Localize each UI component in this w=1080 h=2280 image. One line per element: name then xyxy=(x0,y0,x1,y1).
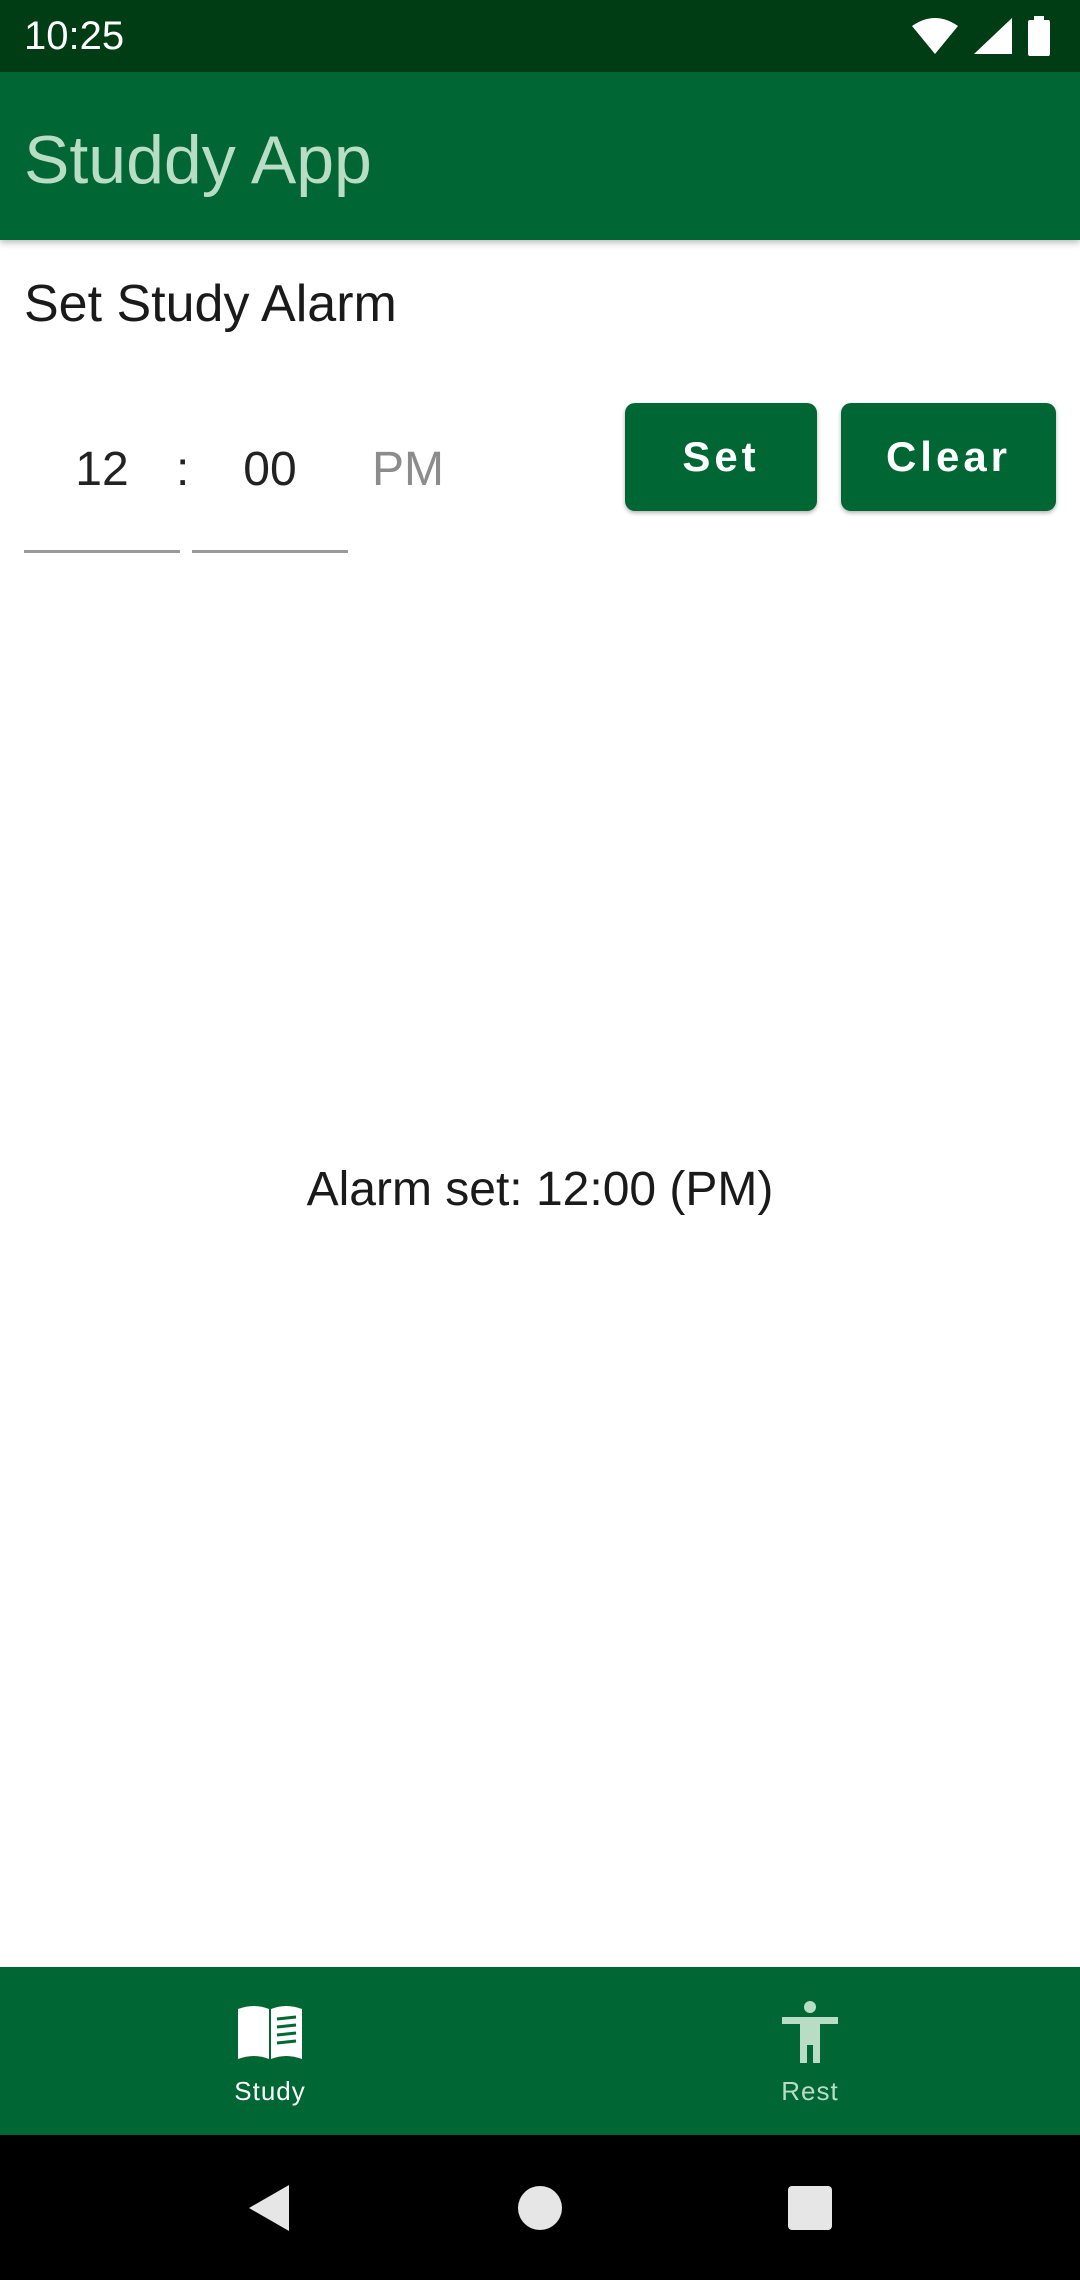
time-separator: : xyxy=(176,443,190,496)
minute-input[interactable]: 00 xyxy=(192,430,348,553)
battery-icon xyxy=(1028,16,1050,56)
status-bar: 10:25 xyxy=(0,0,1080,72)
app-title: Studdy App xyxy=(24,122,372,198)
recents-icon xyxy=(788,2185,832,2230)
nav-item-study[interactable]: Study xyxy=(0,1967,540,2135)
nav-label-rest: Rest xyxy=(781,2076,839,2106)
book-icon xyxy=(238,2006,302,2059)
section-title: Set Study Alarm xyxy=(24,275,397,333)
clear-button[interactable]: Clear xyxy=(841,403,1056,511)
home-button[interactable] xyxy=(480,2135,600,2280)
app-bar: Studdy App xyxy=(0,72,1080,240)
ampm-toggle[interactable]: PM xyxy=(372,440,444,500)
nav-label-study: Study xyxy=(234,2076,306,2106)
recents-button[interactable] xyxy=(750,2135,870,2280)
signal-icon xyxy=(974,18,1012,54)
wifi-icon xyxy=(912,18,958,54)
set-button[interactable]: Set xyxy=(625,403,817,511)
status-time: 10:25 xyxy=(24,14,125,58)
system-navigation-bar xyxy=(0,2135,1080,2280)
bottom-navigation: Study Rest xyxy=(0,1967,1080,2135)
home-icon xyxy=(518,2185,562,2230)
alarm-status-text: Alarm set: 12:00 (PM) xyxy=(306,1163,774,1216)
accessibility-icon xyxy=(782,2001,838,2063)
status-icons xyxy=(912,16,1050,56)
back-icon xyxy=(249,2184,289,2231)
hour-input[interactable]: 12 xyxy=(24,430,180,553)
nav-item-rest[interactable]: Rest xyxy=(540,1967,1080,2135)
back-button[interactable] xyxy=(210,2135,330,2280)
